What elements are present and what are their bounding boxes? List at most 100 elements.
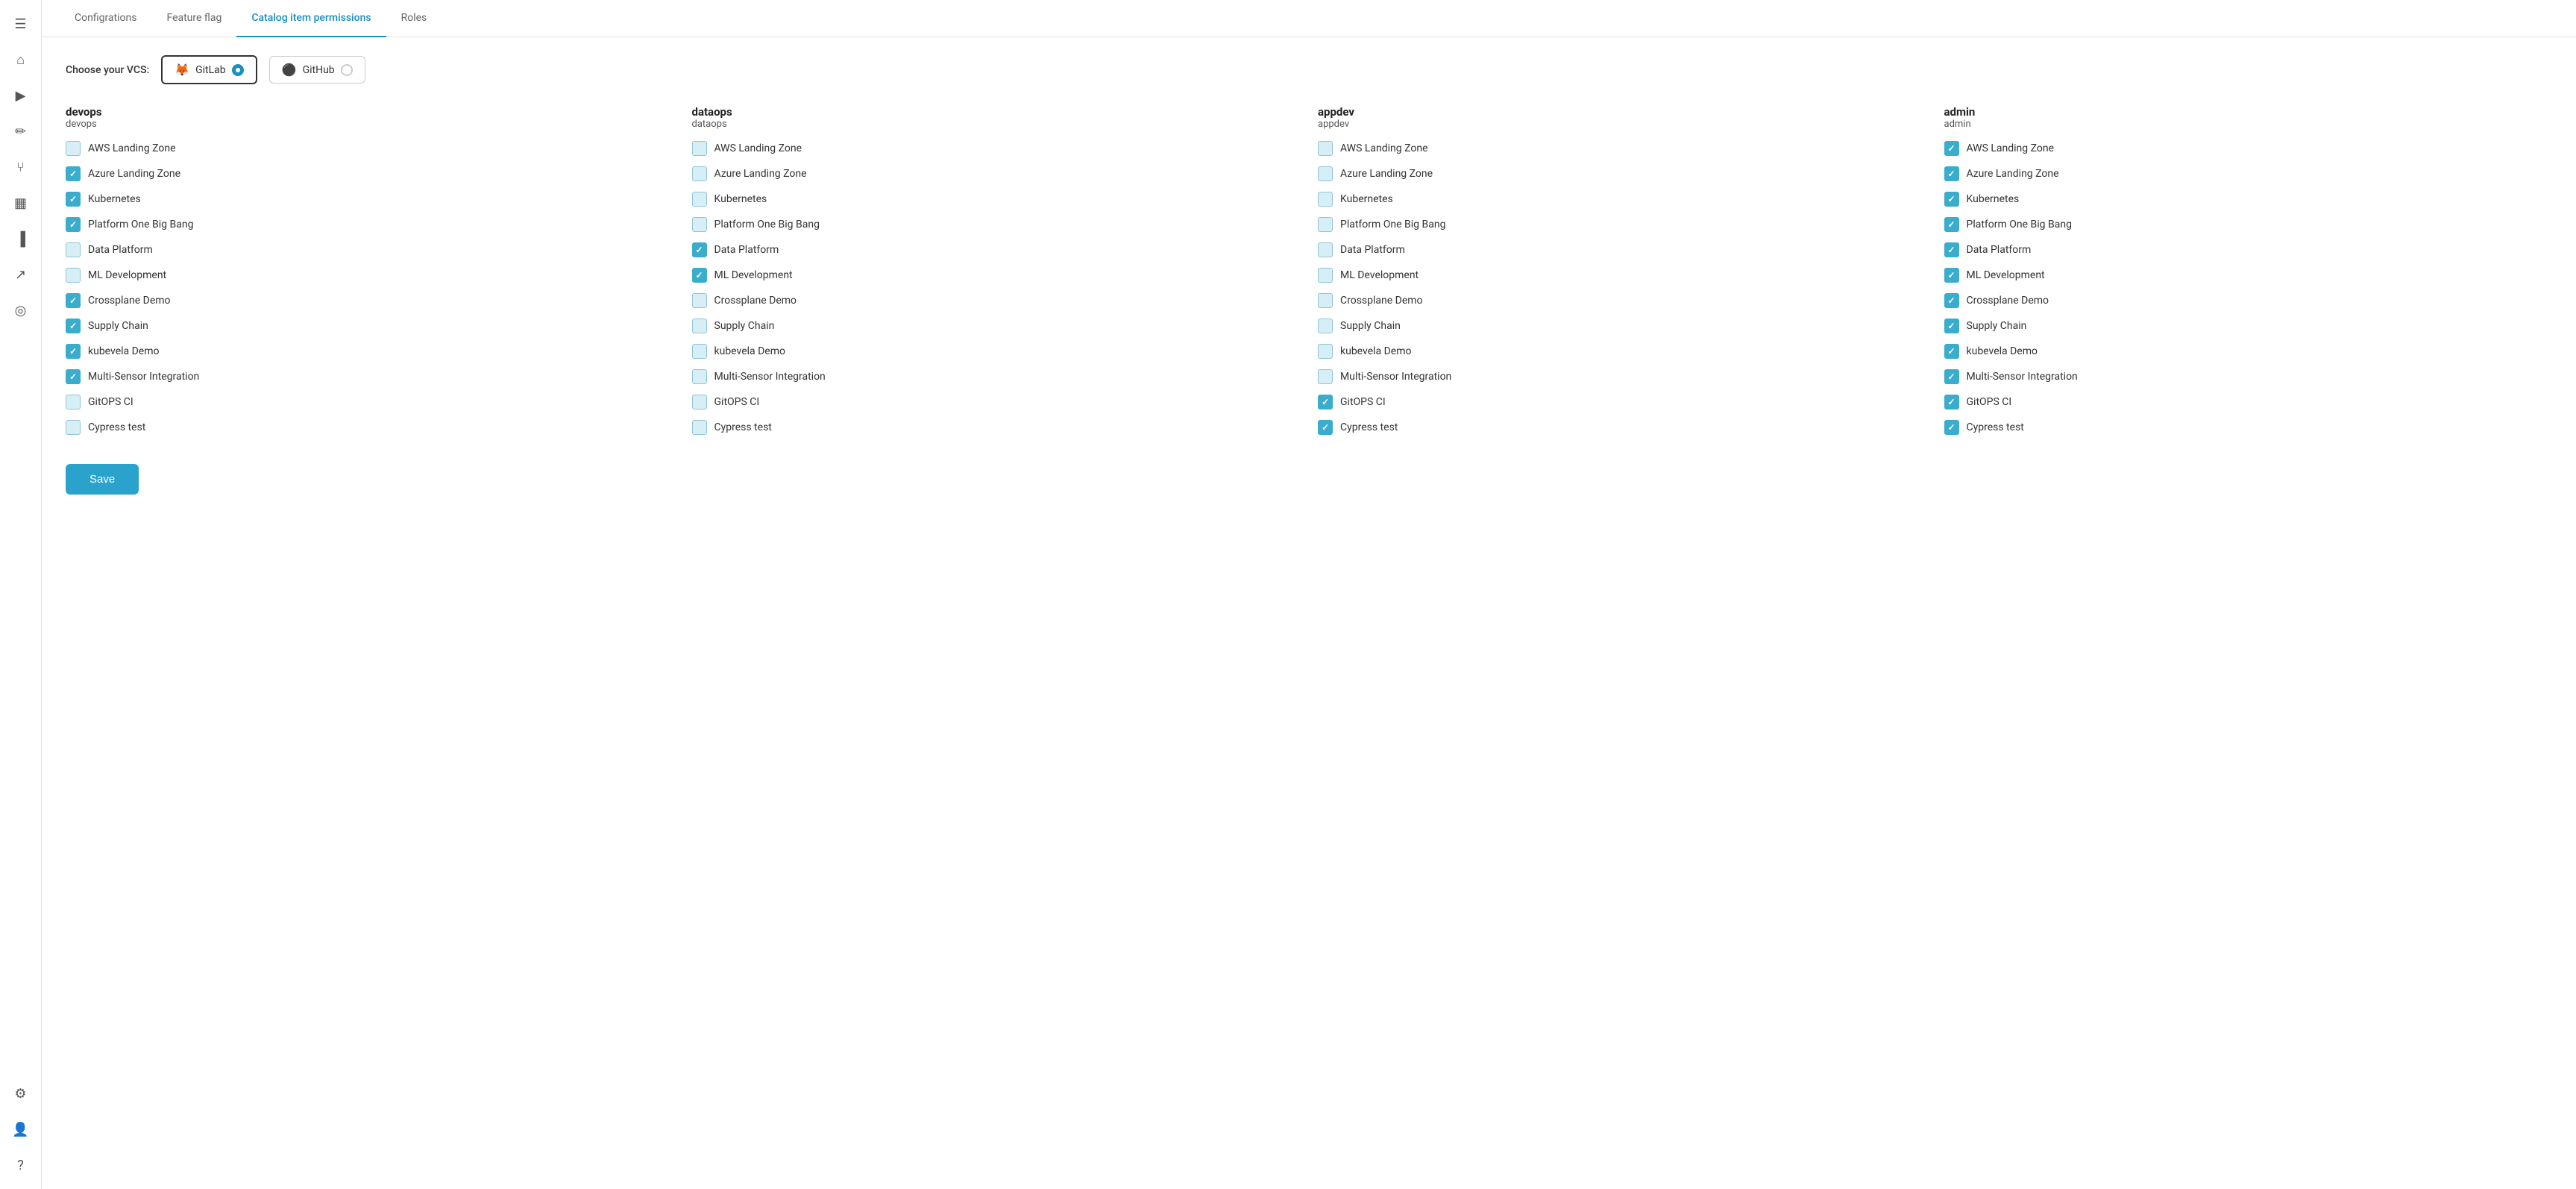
checkbox-devops-10[interactable] (66, 395, 81, 410)
checkbox-admin-6[interactable] (1944, 293, 1959, 308)
checkbox-admin-7[interactable] (1944, 319, 1959, 333)
checkbox-appdev-9[interactable] (1318, 369, 1333, 384)
table-icon[interactable]: ▦ (6, 188, 36, 218)
checkbox-appdev-5[interactable] (1318, 268, 1333, 283)
permission-item: ML Development (1944, 263, 2553, 288)
tab-configurations[interactable]: Configrations (60, 0, 151, 37)
permission-label-dataops-5: ML Development (714, 269, 793, 281)
checkbox-devops-6[interactable] (66, 293, 81, 308)
checkbox-appdev-1[interactable] (1318, 166, 1333, 181)
menu-icon[interactable]: ☰ (6, 9, 36, 39)
tab-roles[interactable]: Roles (386, 0, 442, 37)
checkbox-dataops-10[interactable] (692, 395, 707, 410)
checkbox-dataops-1[interactable] (692, 166, 707, 181)
group-header-dataops: dataopsdataops (692, 105, 1301, 130)
settings-icon[interactable]: ⚙ (6, 1079, 36, 1108)
checkbox-devops-4[interactable] (66, 242, 81, 257)
tab-feature-flag[interactable]: Feature flag (151, 0, 236, 37)
permission-item: Crossplane Demo (66, 288, 674, 313)
checkbox-devops-0[interactable] (66, 141, 81, 156)
permission-item: Cypress test (66, 415, 674, 440)
checkbox-admin-3[interactable] (1944, 217, 1959, 232)
permission-label-devops-9: Multi-Sensor Integration (88, 371, 199, 383)
trend-icon[interactable]: ↗ (6, 260, 36, 289)
checkbox-devops-11[interactable] (66, 420, 81, 435)
permission-label-admin-8: kubevela Demo (1967, 345, 2038, 357)
checkbox-appdev-3[interactable] (1318, 217, 1333, 232)
group-header-devops: devopsdevops (66, 105, 674, 130)
permission-item: AWS Landing Zone (1944, 136, 2553, 161)
vcs-option-gitlab[interactable]: 🦊GitLab (161, 55, 257, 84)
permission-label-appdev-0: AWS Landing Zone (1340, 142, 1428, 154)
checkbox-dataops-4[interactable] (692, 242, 707, 257)
checkbox-dataops-0[interactable] (692, 141, 707, 156)
branch-icon[interactable]: ⑂ (6, 152, 36, 182)
permission-label-appdev-1: Azure Landing Zone (1340, 168, 1433, 180)
checkbox-appdev-7[interactable] (1318, 319, 1333, 333)
checkbox-appdev-10[interactable] (1318, 395, 1333, 410)
checkbox-dataops-2[interactable] (692, 192, 707, 207)
permission-item: AWS Landing Zone (1318, 136, 1926, 161)
play-icon[interactable]: ▶ (6, 81, 36, 110)
checkbox-appdev-0[interactable] (1318, 141, 1333, 156)
chart-bar-icon[interactable]: ▐ (6, 224, 36, 254)
checkbox-dataops-11[interactable] (692, 420, 707, 435)
checkbox-dataops-9[interactable] (692, 369, 707, 384)
permission-item: Supply Chain (1318, 313, 1926, 339)
checkbox-devops-5[interactable] (66, 268, 81, 283)
permission-label-devops-7: Supply Chain (88, 320, 148, 332)
checkbox-admin-8[interactable] (1944, 344, 1959, 359)
group-col-appdev: appdevappdevAWS Landing ZoneAzure Landin… (1318, 105, 1926, 440)
checkbox-appdev-6[interactable] (1318, 293, 1333, 308)
checkbox-devops-1[interactable] (66, 166, 81, 181)
checkbox-dataops-7[interactable] (692, 319, 707, 333)
checkbox-dataops-6[interactable] (692, 293, 707, 308)
group-name-devops: devops (66, 105, 674, 119)
permission-label-devops-0: AWS Landing Zone (88, 142, 176, 154)
checkbox-admin-10[interactable] (1944, 395, 1959, 410)
checkbox-dataops-8[interactable] (692, 344, 707, 359)
permission-label-appdev-2: Kubernetes (1340, 193, 1393, 205)
checkbox-admin-11[interactable] (1944, 420, 1959, 435)
permission-label-appdev-6: Crossplane Demo (1340, 295, 1423, 307)
checkbox-appdev-4[interactable] (1318, 242, 1333, 257)
checkbox-devops-2[interactable] (66, 192, 81, 207)
group-subname-admin: admin (1944, 119, 2553, 130)
checkbox-dataops-5[interactable] (692, 268, 707, 283)
save-button[interactable]: Save (66, 464, 139, 495)
checkbox-admin-2[interactable] (1944, 192, 1959, 207)
checkbox-devops-7[interactable] (66, 319, 81, 333)
question-icon[interactable]: ? (6, 1150, 36, 1180)
permission-label-devops-8: kubevela Demo (88, 345, 160, 357)
checkbox-admin-1[interactable] (1944, 166, 1959, 181)
checkbox-admin-9[interactable] (1944, 369, 1959, 384)
checkbox-admin-4[interactable] (1944, 242, 1959, 257)
permission-label-dataops-1: Azure Landing Zone (714, 168, 807, 180)
checkbox-admin-0[interactable] (1944, 141, 1959, 156)
permission-item: Azure Landing Zone (692, 161, 1301, 186)
permission-item: Multi-Sensor Integration (1318, 364, 1926, 389)
checkbox-appdev-2[interactable] (1318, 192, 1333, 207)
group-name-dataops: dataops (692, 105, 1301, 119)
permission-item: GitOPS CI (1318, 389, 1926, 415)
group-header-admin: adminadmin (1944, 105, 2553, 130)
settings-circle-icon[interactable]: ◎ (6, 295, 36, 325)
sidebar: ☰ ⌂ ▶ ✏ ⑂ ▦ ▐ ↗ ◎ ⚙ 👤 ? (0, 0, 42, 1189)
checkbox-dataops-3[interactable] (692, 217, 707, 232)
checkbox-appdev-11[interactable] (1318, 420, 1333, 435)
vcs-option-github[interactable]: ⚫GitHub (269, 56, 365, 84)
checkbox-devops-9[interactable] (66, 369, 81, 384)
checkbox-appdev-8[interactable] (1318, 344, 1333, 359)
user-icon[interactable]: 👤 (6, 1114, 36, 1144)
edit-icon[interactable]: ✏ (6, 116, 36, 146)
home-icon[interactable]: ⌂ (6, 45, 36, 75)
checkbox-devops-8[interactable] (66, 344, 81, 359)
group-subname-dataops: dataops (692, 119, 1301, 130)
checkbox-devops-3[interactable] (66, 217, 81, 232)
permission-item: Platform One Big Bang (692, 212, 1301, 237)
tab-catalog-item-permissions[interactable]: Catalog item permissions (236, 0, 386, 37)
checkbox-admin-5[interactable] (1944, 268, 1959, 283)
permission-item: kubevela Demo (692, 339, 1301, 364)
permission-label-admin-4: Data Platform (1967, 244, 2032, 256)
permission-label-appdev-4: Data Platform (1340, 244, 1405, 256)
